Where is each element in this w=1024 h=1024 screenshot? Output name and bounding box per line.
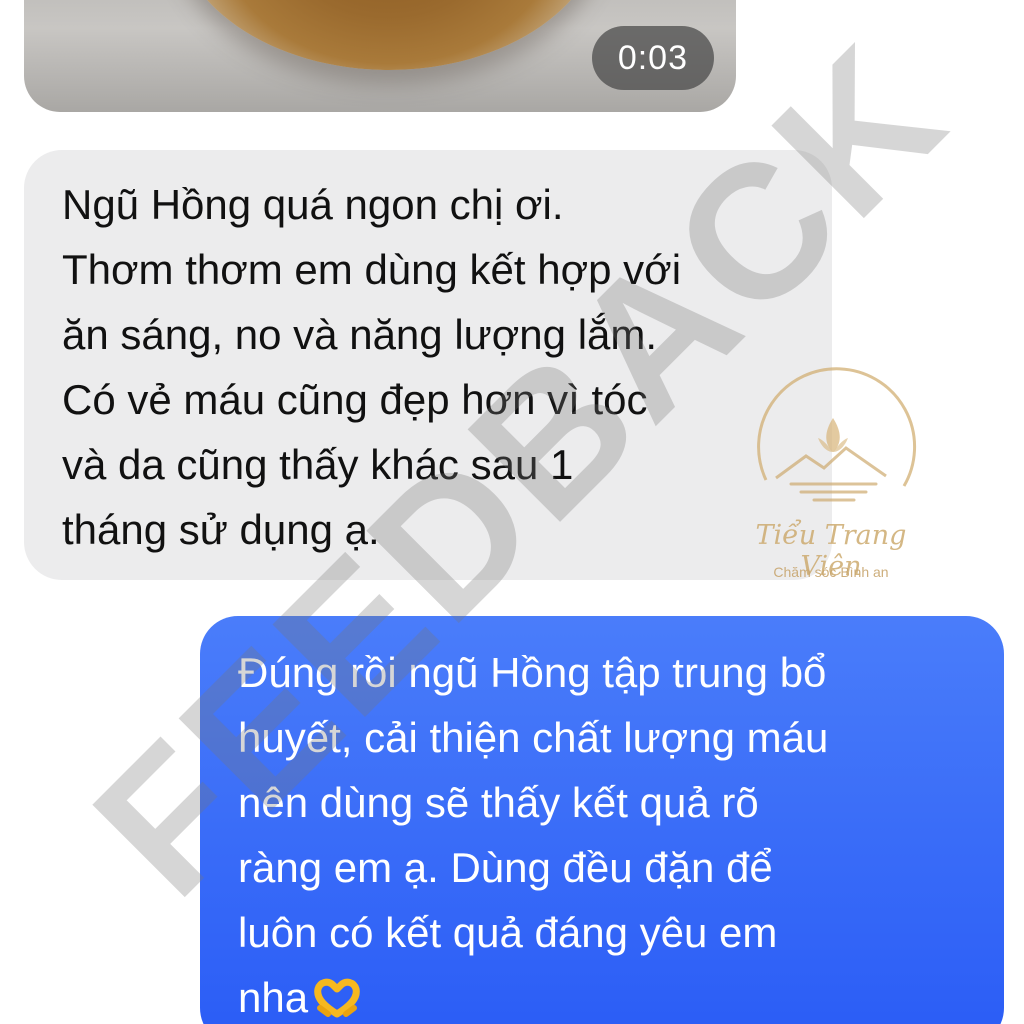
heart-hands-emoji-icon <box>314 978 360 1018</box>
chat-screen: 0:03 Ngũ Hồng quá ngon chị ơi. Thơm thơm… <box>0 0 1024 1024</box>
sent-message-text: Đúng rồi ngũ Hồng tập trung bổ huyết, cả… <box>238 649 829 1021</box>
video-thumbnail-tea-cup <box>174 0 604 70</box>
sent-message-bubble[interactable]: Đúng rồi ngũ Hồng tập trung bổ huyết, cả… <box>200 616 1004 1024</box>
video-message[interactable]: 0:03 <box>24 0 736 112</box>
received-message-text: Ngũ Hồng quá ngon chị ơi. Thơm thơm em d… <box>62 181 682 553</box>
video-duration-badge: 0:03 <box>591 26 714 90</box>
received-message-bubble[interactable]: Ngũ Hồng quá ngon chị ơi. Thơm thơm em d… <box>24 150 832 580</box>
